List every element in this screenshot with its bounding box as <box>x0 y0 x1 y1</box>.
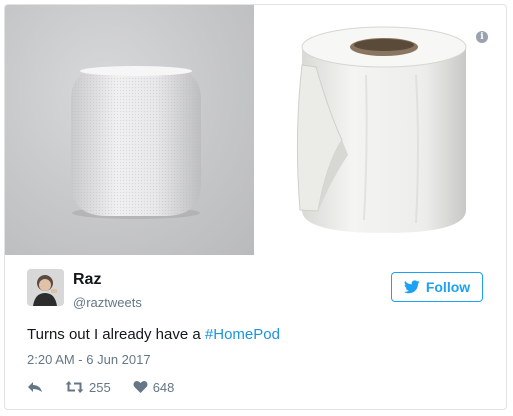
tweet-timestamp[interactable]: 2:20 AM - 6 Jun 2017 <box>27 352 151 367</box>
follow-label: Follow <box>425 279 471 295</box>
reply-icon <box>28 382 42 392</box>
retweet-count: 255 <box>89 379 111 395</box>
homepod-photo[interactable] <box>5 5 254 255</box>
avatar[interactable] <box>27 269 64 306</box>
tweet-actions: 255 648 <box>27 377 196 397</box>
tweet-text: Turns out I already have a #HomePod <box>27 326 280 343</box>
like-button[interactable]: 648 <box>133 379 175 395</box>
follow-button[interactable]: Follow <box>391 272 483 302</box>
reply-button[interactable] <box>27 380 43 394</box>
hashtag-link[interactable]: #HomePod <box>205 326 280 343</box>
author-name[interactable]: Raz <box>73 271 101 289</box>
homepod-speaker-image <box>71 66 201 219</box>
author-handle[interactable]: @raztweets <box>73 295 142 310</box>
tweet-text-body: Turns out I already have a <box>27 326 205 343</box>
tweet-card: i Raz @raztweets Follow Turns out I alre… <box>4 4 507 410</box>
retweet-button[interactable]: 255 <box>65 380 111 395</box>
heart-icon <box>133 381 148 393</box>
media-grid[interactable]: i <box>5 5 506 255</box>
info-icon[interactable]: i <box>476 31 488 43</box>
toilet-paper-photo[interactable]: i <box>256 5 506 255</box>
twitter-bird-icon <box>403 280 420 294</box>
toilet-paper-roll-image <box>296 26 467 233</box>
retweet-icon <box>65 381 84 393</box>
avatar-image <box>27 269 64 306</box>
like-count: 648 <box>152 379 175 395</box>
